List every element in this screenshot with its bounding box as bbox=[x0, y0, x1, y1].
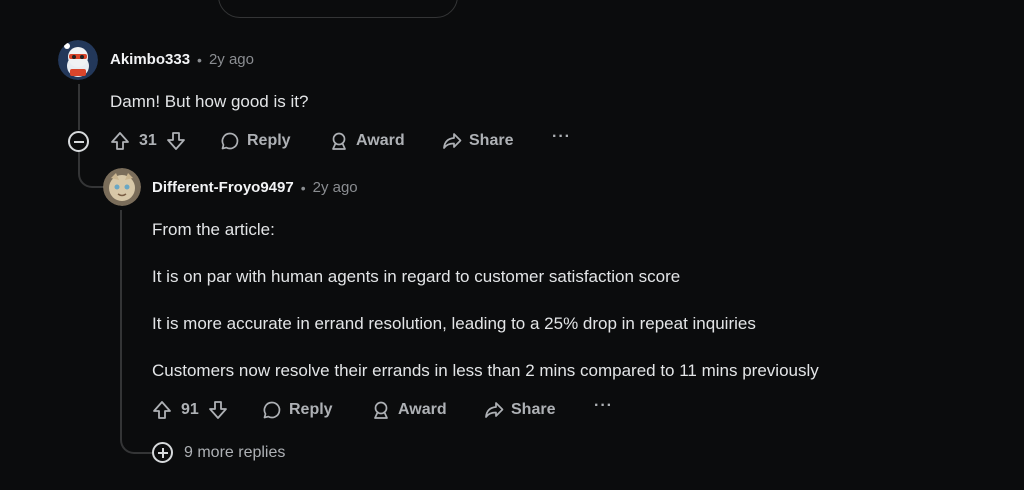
reply-paragraph-2: It is on par with human agents in regard… bbox=[152, 267, 681, 286]
award-button[interactable]: Award bbox=[371, 400, 447, 420]
comment-bubble-icon bbox=[221, 132, 239, 150]
share-button[interactable]: Share bbox=[442, 131, 513, 151]
reply-label: Reply bbox=[289, 401, 333, 418]
separator-dot: • bbox=[197, 51, 202, 68]
award-icon bbox=[332, 132, 346, 150]
comment-header: Akimbo333 • 2y ago bbox=[110, 51, 254, 68]
share-label: Share bbox=[511, 401, 556, 418]
upvote-icon[interactable] bbox=[110, 131, 130, 151]
username[interactable]: Different-Froyo9497 bbox=[152, 179, 294, 196]
more-options-icon: ··· bbox=[552, 128, 571, 145]
more-options-icon: ··· bbox=[594, 397, 613, 414]
downvote-icon[interactable] bbox=[166, 131, 186, 151]
plus-circle-icon bbox=[152, 442, 173, 463]
separator-dot: • bbox=[300, 179, 306, 196]
award-label: Award bbox=[398, 401, 447, 418]
comment-body: Damn! But how good is it? bbox=[110, 92, 309, 111]
share-icon bbox=[485, 402, 504, 418]
award-label: Award bbox=[356, 132, 405, 149]
more-options-button[interactable]: ··· bbox=[594, 397, 613, 415]
username[interactable]: Akimbo333 bbox=[110, 51, 190, 68]
share-icon bbox=[443, 133, 462, 149]
share-label: Share bbox=[469, 132, 514, 149]
reply-paragraph-4: Customers now resolve their errands in l… bbox=[152, 361, 819, 380]
thread-line-parent bbox=[78, 84, 80, 130]
reply-button[interactable]: Reply bbox=[220, 131, 291, 151]
vote-group: 31 bbox=[110, 131, 186, 151]
thread-curve-to-more bbox=[120, 420, 152, 454]
minus-icon bbox=[73, 140, 84, 143]
timestamp[interactable]: 2y ago bbox=[313, 179, 358, 196]
avatar[interactable] bbox=[103, 168, 141, 206]
comment-bubble-icon bbox=[263, 401, 281, 419]
award-button[interactable]: Award bbox=[329, 131, 405, 151]
reply-button[interactable]: Reply bbox=[262, 400, 333, 420]
more-options-button[interactable]: ··· bbox=[552, 128, 571, 146]
reply-header: Different-Froyo9497 • 2y ago bbox=[152, 179, 358, 196]
upvote-icon[interactable] bbox=[152, 400, 172, 420]
share-button[interactable]: Share bbox=[484, 400, 555, 420]
reply-paragraph-3: It is more accurate in errand resolution… bbox=[152, 314, 756, 333]
vote-count: 91 bbox=[181, 401, 199, 418]
avatar[interactable] bbox=[58, 40, 98, 80]
thread-line-reply bbox=[120, 210, 122, 430]
vote-count: 31 bbox=[139, 132, 157, 149]
more-replies-button[interactable]: 9 more replies bbox=[152, 442, 285, 463]
timestamp[interactable]: 2y ago bbox=[209, 51, 254, 68]
previous-action-pill bbox=[218, 0, 458, 18]
collapse-thread-button[interactable] bbox=[68, 131, 89, 152]
reply-label: Reply bbox=[247, 132, 291, 149]
reply-paragraph-1: From the article: bbox=[152, 220, 275, 239]
more-replies-label: 9 more replies bbox=[184, 443, 286, 461]
downvote-icon[interactable] bbox=[208, 400, 228, 420]
award-icon bbox=[374, 401, 388, 419]
vote-group: 91 bbox=[152, 400, 228, 420]
